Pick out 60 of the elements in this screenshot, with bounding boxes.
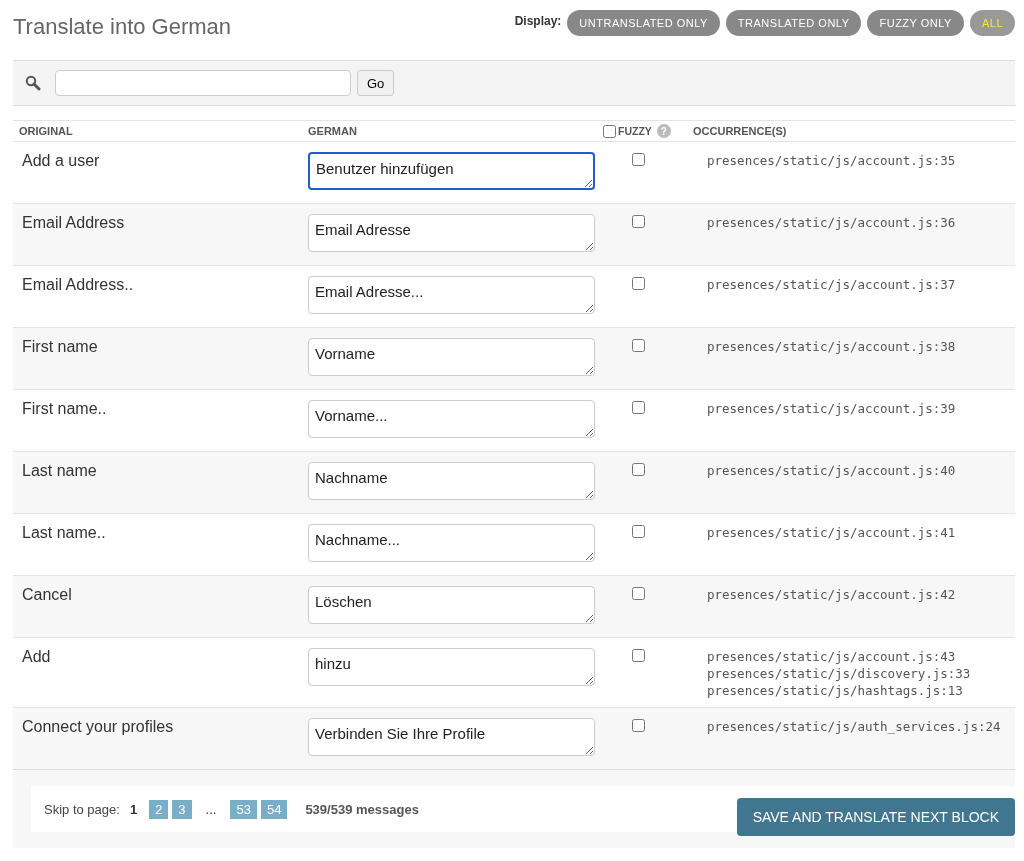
- occurrence-path: presences/static/js/account.js:36: [707, 214, 957, 231]
- occurrence-path: presences/static/js/account.js:40: [707, 462, 957, 479]
- fuzzy-checkbox[interactable]: [632, 525, 645, 538]
- original-text: Add: [21, 648, 52, 666]
- filter-button[interactable]: FUZZY ONLY: [867, 10, 964, 36]
- original-text: Email Address..: [21, 276, 135, 294]
- search-icon: [25, 75, 41, 91]
- display-label: Display:: [514, 14, 562, 28]
- translation-field[interactable]: hinzu: [308, 648, 595, 686]
- original-text: Email Address: [21, 214, 126, 232]
- translation-field[interactable]: Vorname: [308, 338, 595, 376]
- translation-field[interactable]: Nachname...: [308, 524, 595, 562]
- fuzzy-checkbox[interactable]: [632, 339, 645, 352]
- fuzzy-checkbox[interactable]: [632, 401, 645, 414]
- occurrence-path: presences/static/js/account.js:39: [707, 400, 957, 417]
- message-count: 539/539 messages: [305, 801, 419, 817]
- translation-field[interactable]: Nachname: [308, 462, 595, 500]
- occurrence-path: presences/static/js/account.js:35: [707, 152, 957, 169]
- original-text: Last name..: [21, 524, 107, 542]
- original-text: Last name: [21, 462, 98, 480]
- occurrence-path: presences/static/js/auth_services.js:24: [707, 718, 1002, 735]
- occurrence-path: presences/static/js/account.js:42: [707, 586, 957, 603]
- fuzzy-checkbox[interactable]: [632, 277, 645, 290]
- search-field[interactable]: [55, 70, 351, 96]
- go-button[interactable]: Go: [357, 70, 395, 96]
- fuzzy-all-checkbox[interactable]: [603, 124, 616, 138]
- fuzzy-checkbox[interactable]: [632, 463, 645, 476]
- filter-button[interactable]: UNTRANSLATED ONLY: [567, 10, 720, 36]
- original-text: Cancel: [21, 586, 73, 604]
- original-text: Connect your profiles: [21, 718, 175, 736]
- original-text: First name: [21, 338, 99, 356]
- fuzzy-checkbox[interactable]: [632, 649, 645, 662]
- translation-field[interactable]: Benutzer hinzufügen: [308, 152, 595, 190]
- page-ellipsis: ...: [205, 801, 217, 817]
- translation-field[interactable]: Löschen: [308, 586, 595, 624]
- filter-button[interactable]: TRANSLATED ONLY: [725, 10, 862, 36]
- column-header: GERMAN: [308, 125, 358, 137]
- occurrence-path: presences/static/js/account.js:41: [707, 524, 957, 541]
- pagination-label: Skip to page:: [44, 801, 120, 817]
- original-text: First name..: [21, 400, 108, 418]
- translation-field[interactable]: Vorname...: [308, 400, 595, 438]
- save-button[interactable]: SAVE AND TRANSLATE NEXT BLOCK: [736, 798, 1015, 836]
- occurrence-path: presences/static/js/account.js:38: [707, 338, 957, 355]
- current-page: 1: [129, 801, 138, 817]
- occurrence-path: presences/static/js/discovery.js:33: [707, 665, 972, 682]
- page-title: Translate into German: [13, 14, 232, 40]
- occurrence-path: presences/static/js/account.js:43: [707, 648, 957, 665]
- column-header: FUZZY: [618, 125, 652, 137]
- translation-field[interactable]: Verbinden Sie Ihre Profile: [308, 718, 595, 756]
- fuzzy-checkbox[interactable]: [632, 587, 645, 600]
- fuzzy-checkbox[interactable]: [632, 153, 645, 166]
- original-text: Add a user: [21, 152, 101, 170]
- occurrence-path: presences/static/js/hashtags.js:13: [707, 682, 964, 699]
- column-header: OCCURRENCE(S): [693, 125, 788, 137]
- translation-field[interactable]: Email Adresse...: [308, 276, 595, 314]
- column-header: ORIGINAL: [18, 125, 74, 137]
- occurrence-path: presences/static/js/account.js:37: [707, 276, 957, 293]
- fuzzy-checkbox[interactable]: [632, 215, 645, 228]
- fuzzy-checkbox[interactable]: [632, 719, 645, 732]
- translation-field[interactable]: Email Adresse: [308, 214, 595, 252]
